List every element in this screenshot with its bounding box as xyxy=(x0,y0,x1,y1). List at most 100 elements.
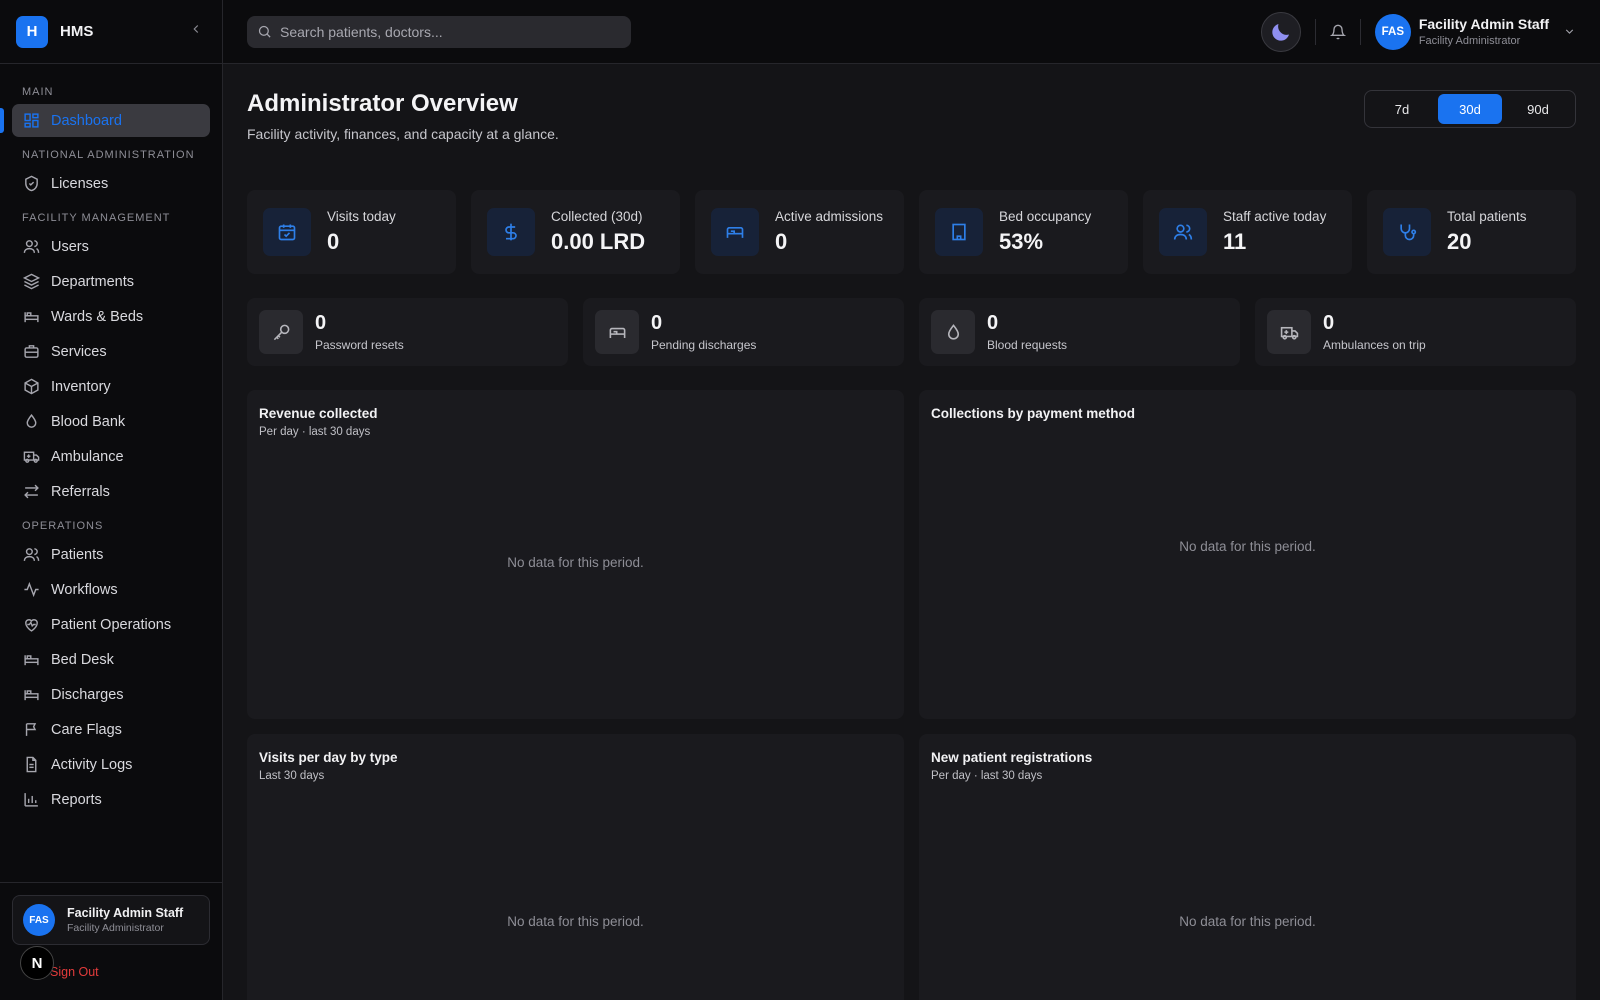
panel-new-patient-registrations: New patient registrations Per day · last… xyxy=(919,734,1576,1000)
sidebar-item-departments[interactable]: Departments xyxy=(12,265,210,298)
brand-name: HMS xyxy=(60,23,94,40)
bar-chart-icon xyxy=(22,791,40,809)
empty-state: No data for this period. xyxy=(1179,914,1316,929)
sidebar-item-label: Departments xyxy=(51,273,135,290)
theme-toggle-button[interactable] xyxy=(1260,11,1301,52)
sidebar-item-reports[interactable]: Reports xyxy=(12,783,210,816)
sidebar-item-label: Referrals xyxy=(51,483,110,500)
stethoscope-icon xyxy=(1383,208,1431,256)
flag-icon xyxy=(22,721,40,739)
bed-icon xyxy=(22,651,40,669)
section-label-national-administration: NATIONAL ADMINISTRATION xyxy=(22,149,195,161)
sidebar-item-users[interactable]: Users xyxy=(12,230,210,263)
sidebar-item-label: Wards & Beds xyxy=(51,308,144,325)
bed-icon xyxy=(22,308,40,326)
topbar: FAS Facility Admin Staff Facility Admini… xyxy=(223,0,1600,64)
mini-value: 0 xyxy=(315,312,327,334)
key-icon xyxy=(259,310,303,354)
sidebar-item-workflows[interactable]: Workflows xyxy=(12,573,210,606)
profile-name: Facility Admin Staff xyxy=(1418,16,1549,32)
sidebar-footer: FAS Facility Admin Staff Facility Admini… xyxy=(0,882,222,1000)
profile-menu[interactable]: FAS Facility Admin Staff Facility Admini… xyxy=(1374,13,1576,50)
range-30d-button[interactable]: 30d xyxy=(1438,94,1502,124)
brand-logo[interactable]: H xyxy=(16,15,48,48)
sidebar-item-label: Patient Operations xyxy=(51,616,172,633)
sidebar-item-discharges[interactable]: Discharges xyxy=(12,678,210,711)
user-card[interactable]: FAS Facility Admin Staff Facility Admini… xyxy=(12,895,210,945)
mini-label: Pending discharges xyxy=(651,338,757,352)
range-90d-button[interactable]: 90d xyxy=(1506,94,1570,124)
sidebar-item-ambulance[interactable]: Ambulance xyxy=(12,440,210,473)
sidebar-item-label: Dashboard xyxy=(51,112,122,129)
mini-stat-cards: 0 Password resets 0 Pending discharges 0 Bl… xyxy=(247,298,1576,366)
range-7d-button[interactable]: 7d xyxy=(1370,94,1434,124)
activity-icon xyxy=(22,581,40,599)
sidebar-item-services[interactable]: Services xyxy=(12,335,210,368)
panel-title: Collections by payment method xyxy=(931,406,1136,421)
chevron-left-icon[interactable] xyxy=(186,22,206,41)
sidebar-item-label: Care Flags xyxy=(51,721,122,738)
sidebar-item-patients[interactable]: Patients xyxy=(12,538,210,571)
mini-label: Ambulances on trip xyxy=(1323,338,1426,352)
sidebar-item-activity-logs[interactable]: Activity Logs xyxy=(12,748,210,781)
droplet-icon xyxy=(931,310,975,354)
chart-panels-row-2: Visits per day by type Last 30 days No d… xyxy=(247,734,1576,1000)
sidebar-item-licenses[interactable]: Licenses xyxy=(12,167,210,200)
shield-check-icon xyxy=(22,175,40,193)
mini-label: Blood requests xyxy=(987,338,1068,352)
empty-state: No data for this period. xyxy=(1179,538,1316,554)
moon-icon xyxy=(1269,20,1293,44)
bed-icon xyxy=(711,208,759,256)
calendar-check-icon xyxy=(263,208,311,256)
building-icon xyxy=(935,208,983,256)
mini-label: Password resets xyxy=(315,338,404,352)
mini-value: 0 xyxy=(987,312,999,334)
bed-icon xyxy=(595,310,639,354)
search-input[interactable] xyxy=(280,23,610,40)
users-icon xyxy=(1159,208,1207,256)
sidebar-item-label: Discharges xyxy=(51,686,124,703)
sidebar-item-blood-bank[interactable]: Blood Bank xyxy=(12,405,210,438)
dollar-icon xyxy=(487,208,535,256)
sidebar-item-dashboard[interactable]: Dashboard xyxy=(0,104,210,137)
app-shell: H HMS MAIN Dashboard NATIONAL ADMINISTRA… xyxy=(0,0,1600,1000)
sidebar-item-label: Blood Bank xyxy=(51,413,126,430)
profile-role: Facility Administrator xyxy=(1418,35,1521,47)
stat-label: Total patients xyxy=(1447,209,1527,224)
file-text-icon xyxy=(22,756,40,774)
stat-label: Bed occupancy xyxy=(999,209,1092,224)
stat-label: Staff active today xyxy=(1223,209,1327,224)
stat-label: Active admissions xyxy=(775,209,884,224)
panel-subtitle: Last 30 days xyxy=(259,770,325,782)
package-icon xyxy=(22,378,40,396)
stat-card-visits-today: Visits today 0 xyxy=(247,190,456,274)
sidebar-item-referrals[interactable]: Referrals xyxy=(12,475,210,508)
bell-icon[interactable] xyxy=(1329,24,1346,40)
sign-out-label: Sign Out xyxy=(50,965,99,979)
panel-title: New patient registrations xyxy=(931,750,1093,765)
sidebar-nav: MAIN Dashboard NATIONAL ADMINISTRATION L… xyxy=(0,64,222,816)
avatar: FAS xyxy=(23,904,55,936)
ambulance-icon xyxy=(22,448,40,466)
stat-value: 11 xyxy=(1223,229,1247,254)
panel-revenue-collected: Revenue collected Per day · last 30 days… xyxy=(247,390,904,719)
section-label-main: MAIN xyxy=(22,86,54,98)
dashboard-content: Administrator Overview Facility activity… xyxy=(223,64,1600,1000)
sidebar-item-label: Services xyxy=(51,343,107,360)
sidebar-item-label: Activity Logs xyxy=(51,756,133,773)
sidebar-item-patient-operations[interactable]: Patient Operations xyxy=(12,608,210,641)
sidebar-item-label: Ambulance xyxy=(51,448,124,465)
stat-label: Collected (30d) xyxy=(551,209,643,224)
sidebar-item-label: Users xyxy=(51,238,89,255)
sidebar-item-care-flags[interactable]: Care Flags xyxy=(12,713,210,746)
ambulance-icon xyxy=(1267,310,1311,354)
sidebar-item-inventory[interactable]: Inventory xyxy=(12,370,210,403)
search-box[interactable] xyxy=(247,15,631,48)
sidebar-item-wards-beds[interactable]: Wards & Beds xyxy=(12,300,210,333)
droplet-icon xyxy=(22,413,40,431)
topbar-actions: FAS Facility Admin Staff Facility Admini… xyxy=(1260,11,1576,52)
sidebar-item-bed-desk[interactable]: Bed Desk xyxy=(12,643,210,676)
empty-state: No data for this period. xyxy=(507,914,644,929)
next-logo-icon[interactable]: N xyxy=(20,946,54,980)
stat-value: 53% xyxy=(999,229,1044,254)
